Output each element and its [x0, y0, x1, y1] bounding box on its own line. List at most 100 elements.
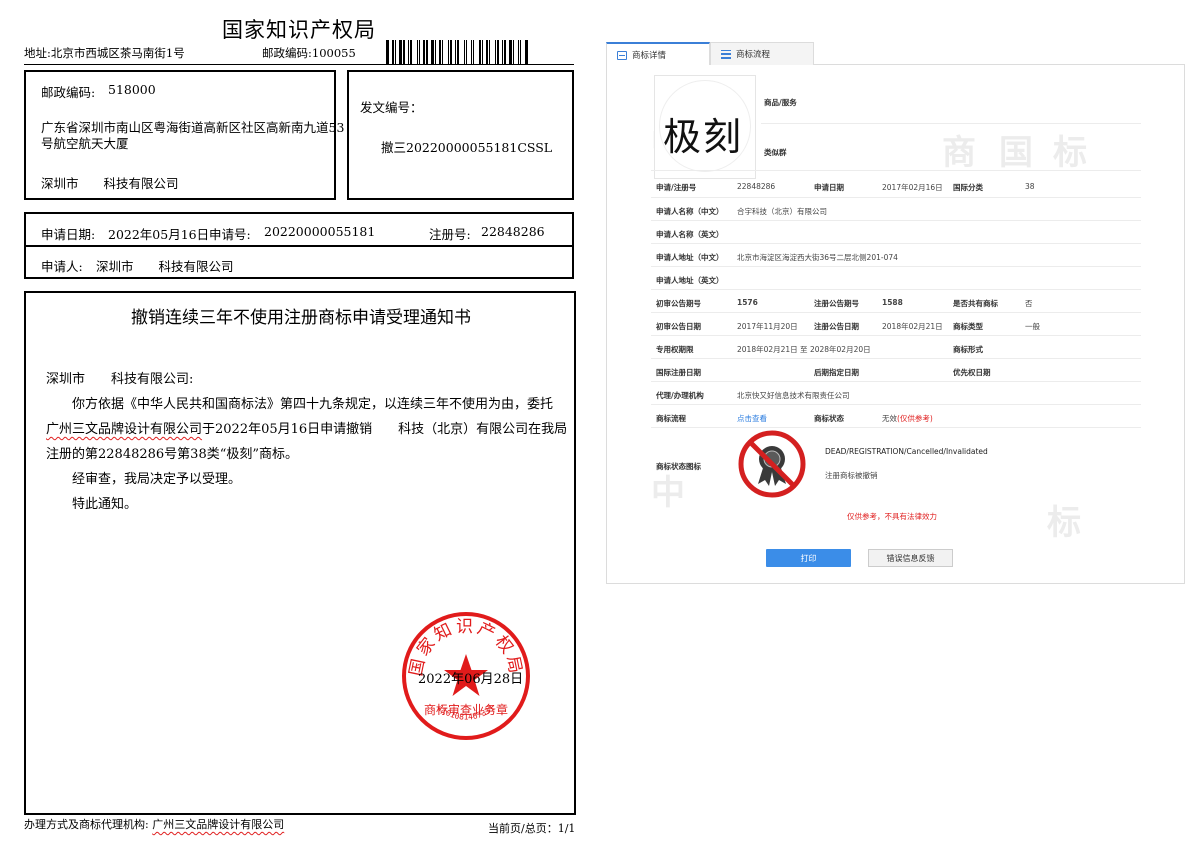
- tab-label: 商标详情: [632, 51, 667, 61]
- exclusive-period: 2018年02月21日 至 2028年02月20日: [737, 345, 871, 354]
- applicant-cn: 合宇科技（北京）有限公司: [737, 207, 827, 216]
- footer-agent-name: 广州三文品牌设计有限公司: [152, 818, 285, 831]
- address-cn: 北京市海淀区海淀西大街36号二层北侧201-074: [737, 253, 898, 262]
- trademark-detail-panel: 商标详情 商标流程 中 商 标 国 标 中 极刻 商品/服务 类似群 申请/注册…: [606, 42, 1185, 584]
- doc-number: 撤三20220000055181CSSL: [381, 140, 553, 155]
- intl-class-label: 国际分类: [953, 183, 983, 192]
- detail-body: 中 商 标 国 标 中 极刻 商品/服务 类似群 申请/注册号 22848286…: [606, 65, 1185, 584]
- header-rule: [24, 64, 574, 65]
- reg-no-label: 注册号:: [429, 227, 471, 242]
- status-label: 商标状态: [814, 414, 844, 423]
- footer-agent-label: 办理方式及商标代理机构:: [24, 818, 149, 831]
- intl-reg-label: 国际注册日期: [656, 368, 701, 377]
- priority-label: 优先权日期: [953, 368, 991, 377]
- form-label: 商标形式: [953, 345, 983, 354]
- app-date-label: 申请日期: [814, 183, 844, 192]
- intl-class: 38: [1025, 182, 1035, 191]
- status-note: (仅供参考): [897, 414, 933, 423]
- notice-para1-b: 于2022年05月16日申请撤销 科技（北京）有限公司在我局: [202, 422, 568, 437]
- print-button[interactable]: 打印: [766, 549, 851, 567]
- recipient-zip-label: 邮政编码:: [41, 85, 96, 100]
- type: 一般: [1025, 322, 1040, 331]
- tab-label: 商标流程: [736, 50, 771, 60]
- address-en-label: 申请人地址（英文）: [656, 276, 724, 285]
- recipient-name: 深圳市 科技有限公司: [41, 176, 179, 191]
- status-en: DEAD/REGISTRATION/Cancelled/Invalidated: [825, 447, 988, 456]
- reg-pub-date: 2018年02月21日: [882, 322, 943, 331]
- notice-document: 国家知识产权局 地址:北京市西城区茶马南街1号 邮政编码:100055 邮政编码…: [0, 0, 590, 842]
- tab-bar: 商标详情 商标流程: [606, 42, 1185, 66]
- watermark-char: 商: [942, 133, 976, 173]
- later-date-label: 后期指定日期: [814, 368, 859, 377]
- box-divider: [26, 245, 572, 247]
- applicant-cn-label: 申请人名称（中文）: [656, 207, 724, 216]
- watermark-char: 中: [651, 473, 685, 513]
- notice-date: 2022年06月28日: [418, 672, 524, 687]
- reg-pub-date-label: 注册公告日期: [814, 322, 859, 331]
- notice-title: 撤销连续三年不使用注册商标申请受理通知书: [131, 308, 471, 328]
- shared-label: 是否共有商标: [953, 299, 998, 308]
- flow-label: 商标流程: [656, 414, 686, 423]
- prelim-date: 2017年11月20日: [737, 322, 798, 331]
- reg-no: 22848286: [481, 224, 545, 239]
- prelim-no: 1576: [737, 298, 758, 307]
- reg-pub-no: 1588: [882, 298, 903, 307]
- recipient-zip: 518000: [108, 82, 156, 97]
- reg-pub-no-label: 注册公告期号: [814, 299, 859, 308]
- status-cn: 注册商标被撤销: [825, 471, 878, 480]
- reg-no-label: 申请/注册号: [656, 183, 697, 192]
- dead-status-icon: [738, 430, 806, 498]
- app-no: 20220000055181: [264, 224, 376, 239]
- app-date: 2022年05月16日: [108, 227, 210, 242]
- agent-label: 代理/办理机构: [656, 391, 704, 400]
- watermark-char: 标: [1047, 503, 1081, 543]
- feedback-button[interactable]: 错误信息反馈: [868, 549, 953, 567]
- watermark-char: 标: [1053, 133, 1087, 173]
- notice-para1-a: 你方依据《中华人民共和国商标法》第四十九条规定，以连续三年不使用为由，委托: [72, 397, 554, 412]
- applicant-label: 申请人:: [41, 259, 83, 274]
- recipient-address-line2: 号航空航天大厦: [41, 136, 129, 151]
- doc-number-box: 发文编号： 撤三20220000055181CSSL: [347, 70, 574, 200]
- flow-link[interactable]: 点击查看: [737, 413, 767, 424]
- trademark-image: 极刻: [654, 75, 756, 179]
- office-zip: 邮政编码:100055: [262, 46, 356, 60]
- exclusive-label: 专用权期限: [656, 345, 694, 354]
- prelim-date-label: 初审公告日期: [656, 322, 701, 331]
- notice-para1-c: 注册的第22848286号第38类“极刻”商标。: [46, 447, 299, 462]
- type-label: 商标类型: [953, 322, 983, 331]
- doc-number-label: 发文编号：: [360, 100, 423, 115]
- address-cn-label: 申请人地址（中文）: [656, 253, 724, 262]
- prelim-no-label: 初审公告期号: [656, 299, 701, 308]
- agent-name: 广州三文品牌设计有限公司: [46, 422, 203, 437]
- shared: 否: [1025, 299, 1033, 308]
- notice-salutation: 深圳市 科技有限公司:: [46, 372, 194, 387]
- similar-group-label: 类似群: [764, 148, 787, 157]
- app-date-label: 申请日期:: [41, 227, 96, 242]
- recipient-box: 邮政编码: 518000 广东省深圳市南山区粤海街道高新区社区高新南九道53 号…: [24, 70, 344, 200]
- agent: 北京快又好信息技术有限责任公司: [737, 391, 850, 400]
- applicant-en-label: 申请人名称（英文）: [656, 230, 724, 239]
- notice-para3: 特此通知。: [72, 497, 138, 512]
- notice-para1-line2: 广州三文品牌设计有限公司于2022年05月16日申请撤销 科技（北京）有限公司在…: [46, 417, 567, 442]
- watermark-char: 国: [999, 133, 1033, 173]
- trademark-text: 极刻: [663, 115, 744, 159]
- page-indicator: 当前页/总页：1/1: [488, 822, 576, 835]
- office-address: 地址:北京市西城区茶马南街1号: [24, 46, 185, 60]
- tab-trademark-flow[interactable]: 商标流程: [710, 42, 814, 65]
- reg-no: 22848286: [737, 182, 776, 191]
- list-icon: [721, 49, 731, 59]
- status-icon-label: 商标状态图标: [656, 462, 701, 471]
- status: 无效(仅供参考): [882, 414, 933, 423]
- document-icon: [617, 50, 627, 60]
- footer-agent: 办理方式及商标代理机构: 广州三文品牌设计有限公司: [24, 816, 284, 832]
- office-title: 国家知识产权局: [222, 18, 376, 42]
- applicant: 深圳市 科技有限公司: [96, 259, 234, 274]
- goods-label: 商品/服务: [764, 98, 797, 107]
- disclaimer: 仅供参考，不具有法律效力: [847, 512, 937, 521]
- app-date: 2017年02月16日: [882, 183, 943, 192]
- notice-para2: 经审查，我局决定予以受理。: [72, 472, 242, 487]
- app-no-label: 申请号:: [209, 227, 251, 242]
- barcode: [386, 40, 574, 64]
- tab-trademark-detail[interactable]: 商标详情: [606, 42, 710, 66]
- application-info-box: 申请日期: 2022年05月16日 申请号: 20220000055181 注册…: [24, 212, 574, 279]
